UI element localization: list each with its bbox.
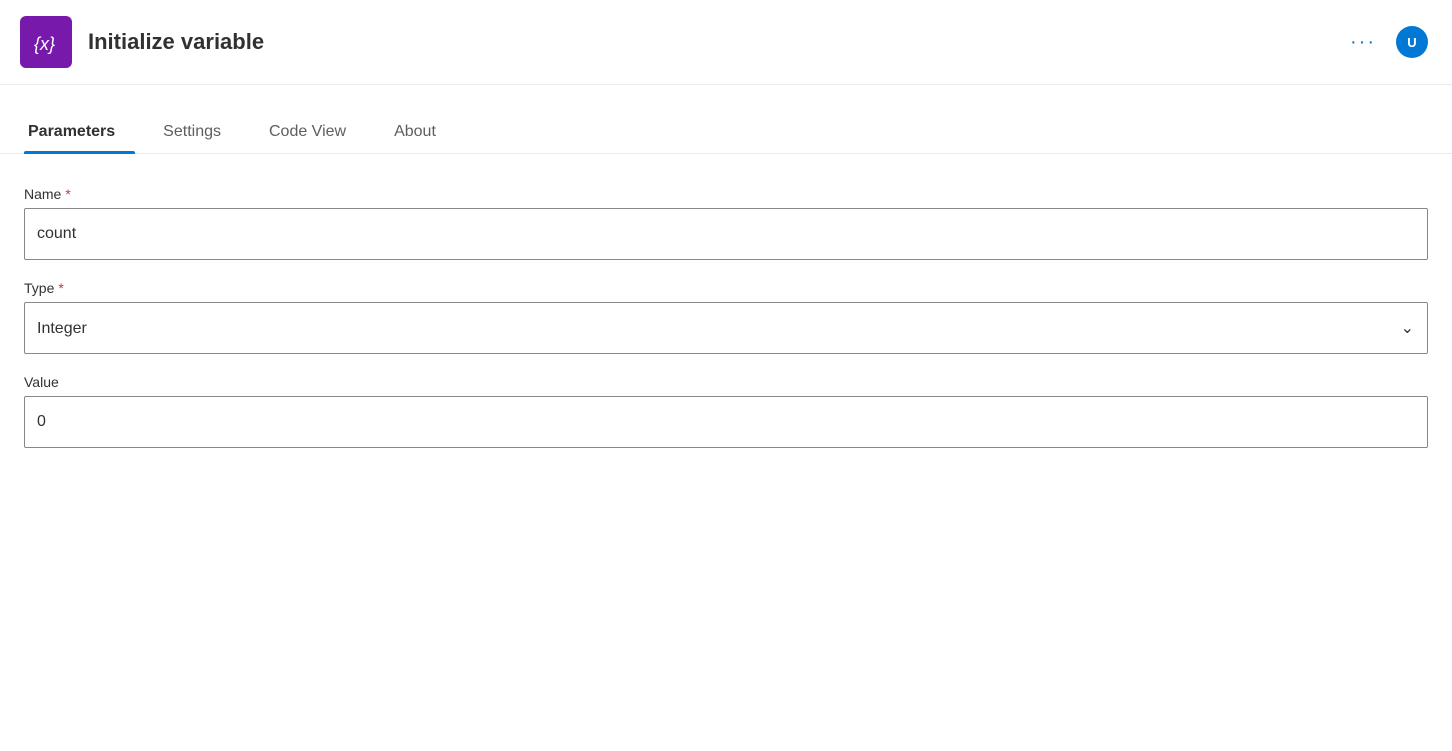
value-field-group: Value	[24, 374, 1428, 448]
value-label: Value	[24, 374, 1428, 390]
type-field-group: Type * Array Boolean Float Integer Objec…	[24, 280, 1428, 354]
tabs-container: Parameters Settings Code View About	[0, 113, 1452, 154]
tab-settings[interactable]: Settings	[159, 113, 241, 153]
type-label: Type *	[24, 280, 1428, 296]
tab-about[interactable]: About	[390, 113, 456, 153]
type-select-wrapper: Array Boolean Float Integer Object Strin…	[24, 302, 1428, 354]
action-title: Initialize variable	[88, 29, 264, 55]
name-required-star: *	[65, 186, 70, 202]
name-label: Name *	[24, 186, 1428, 202]
action-icon: {x}	[20, 16, 72, 68]
form-content: Name * Type * Array Boolean Float Intege…	[0, 154, 1452, 500]
svg-text:{x}: {x}	[34, 34, 55, 54]
tab-code-view[interactable]: Code View	[265, 113, 366, 153]
ellipsis-button[interactable]: ···	[1342, 27, 1384, 58]
name-input[interactable]	[24, 208, 1428, 260]
app-container: {x} Initialize variable ··· U Parameters…	[0, 0, 1452, 751]
avatar[interactable]: U	[1396, 26, 1428, 58]
name-field-group: Name *	[24, 186, 1428, 260]
value-input[interactable]	[24, 396, 1428, 448]
header-right: ··· U	[1342, 26, 1428, 58]
header-left: {x} Initialize variable	[20, 16, 264, 68]
tab-parameters[interactable]: Parameters	[24, 113, 135, 153]
type-select[interactable]: Array Boolean Float Integer Object Strin…	[24, 302, 1428, 354]
type-required-star: *	[58, 280, 63, 296]
header: {x} Initialize variable ··· U	[0, 0, 1452, 85]
